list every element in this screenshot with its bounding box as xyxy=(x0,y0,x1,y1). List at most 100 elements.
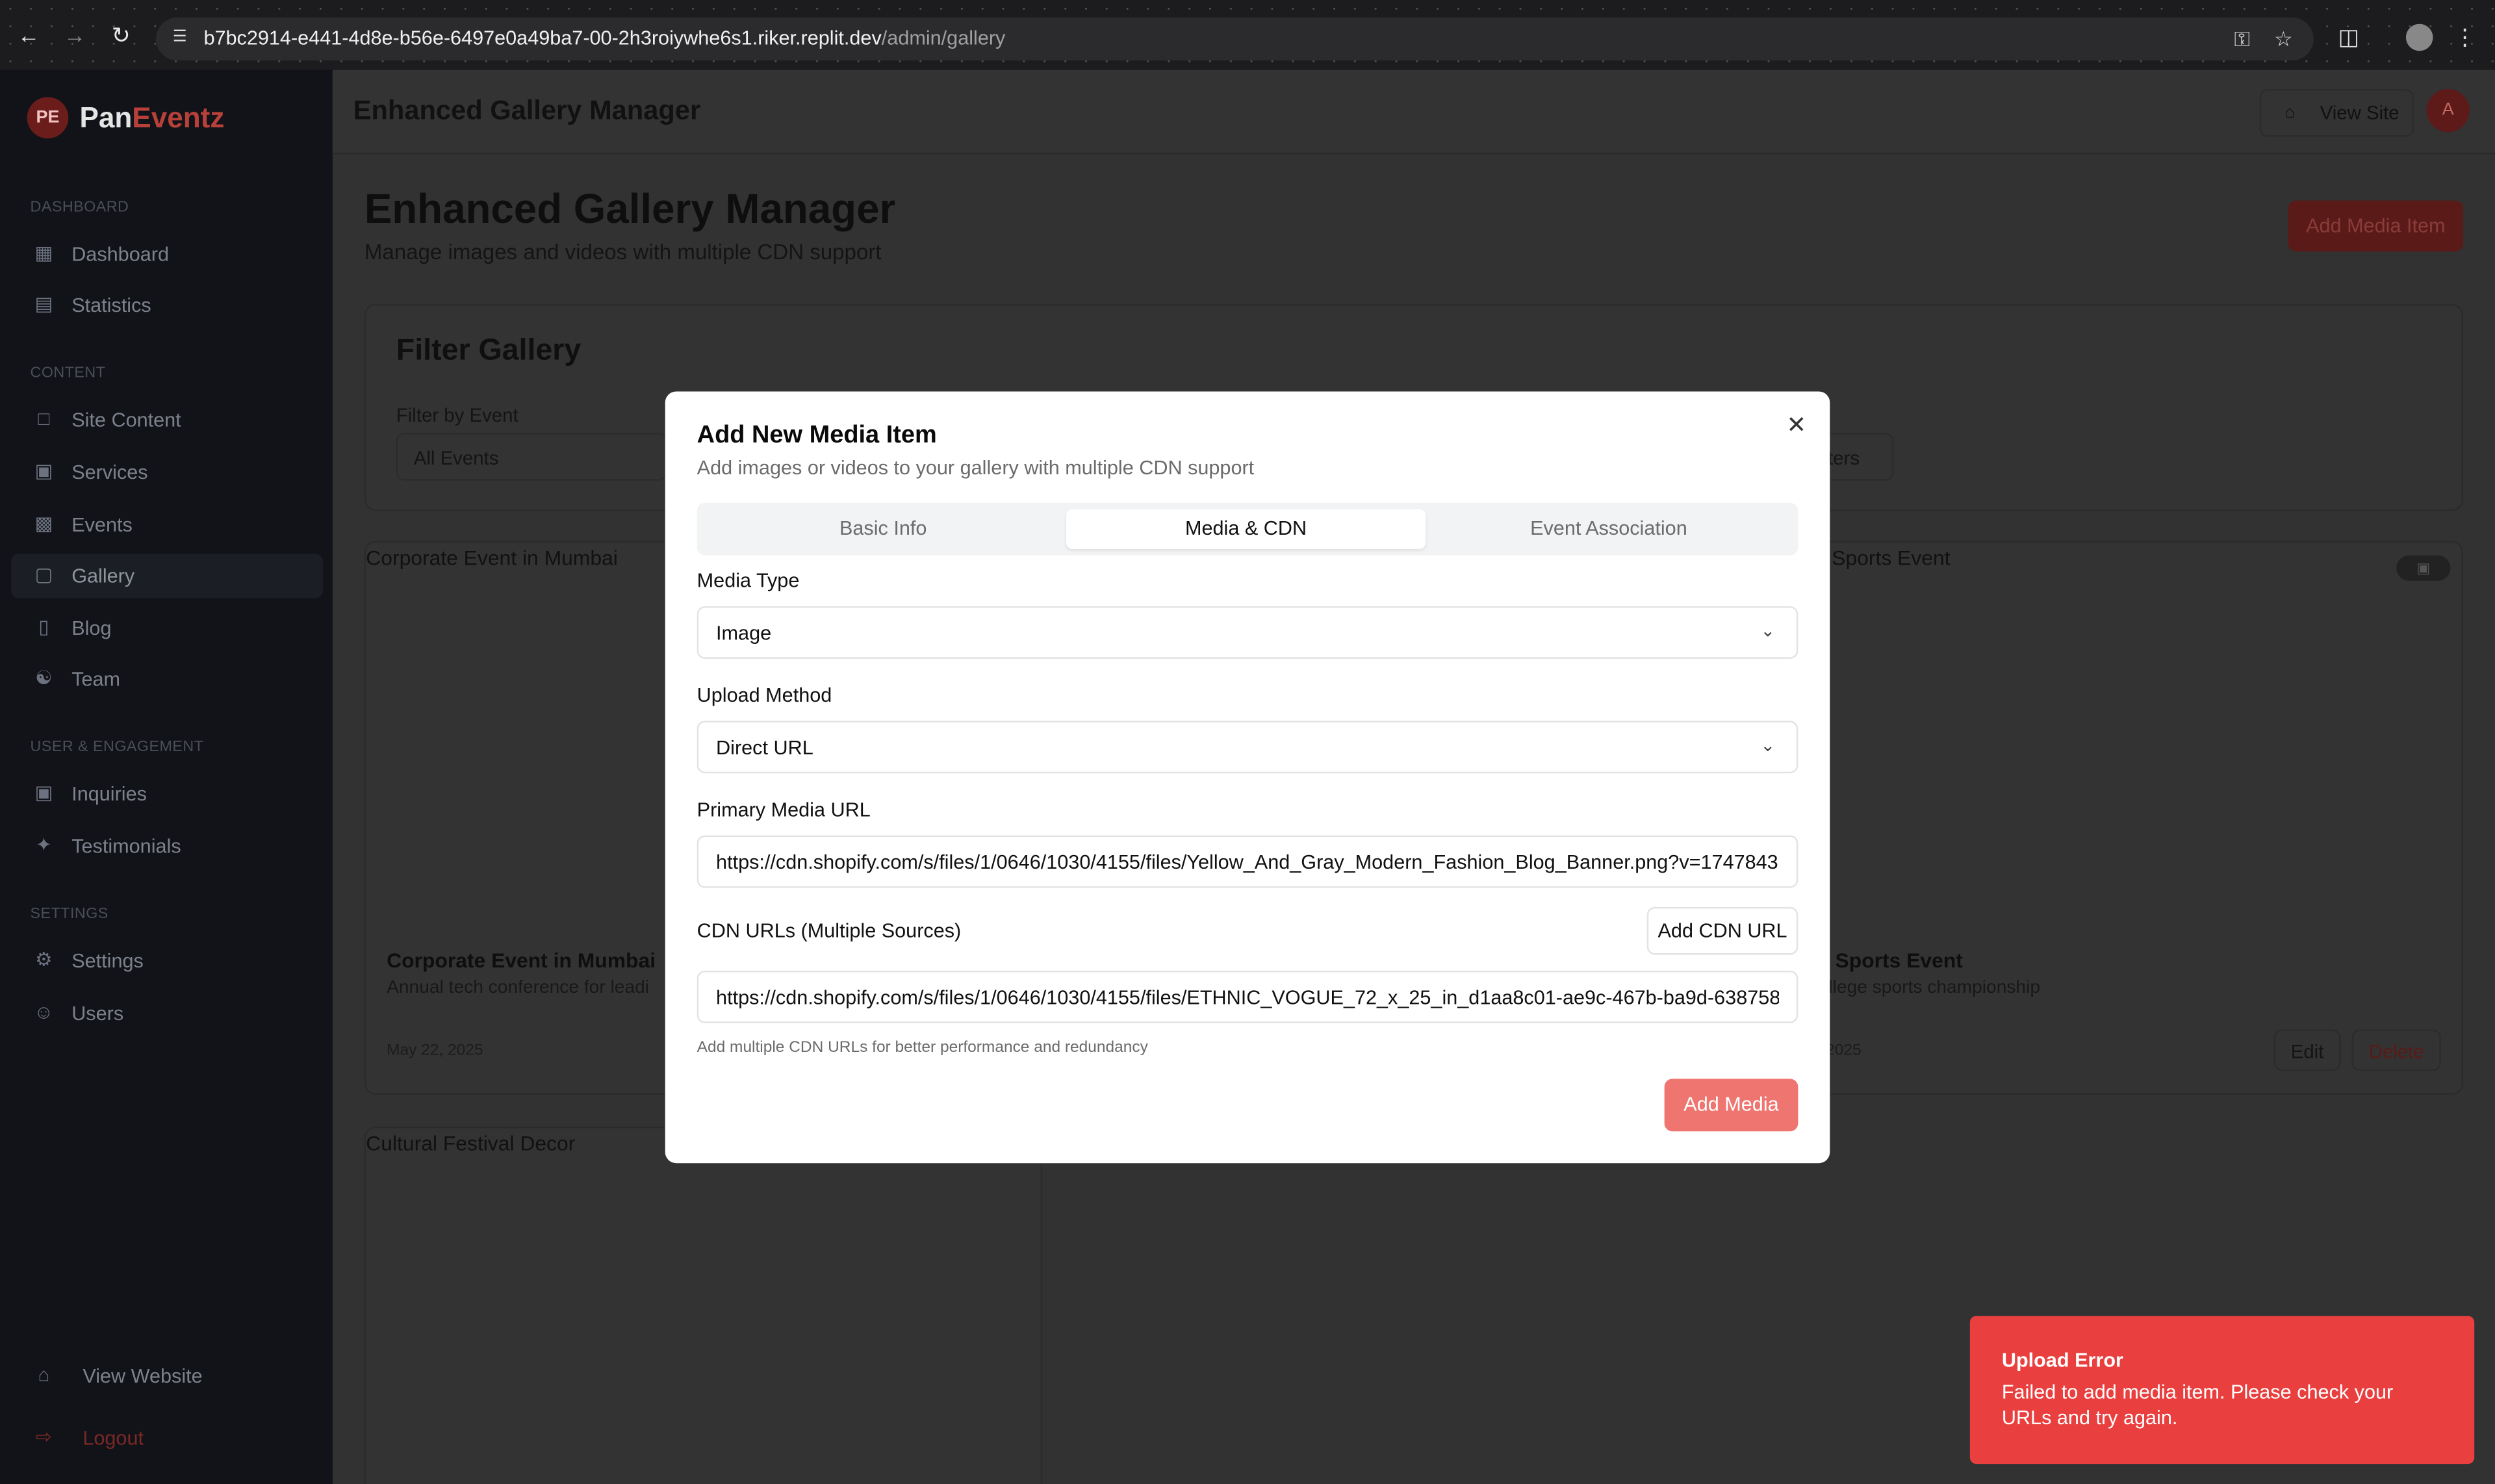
sidebar-item-team[interactable]: ☯ Team xyxy=(11,657,323,702)
sidebar-item-users[interactable]: ☺ Users xyxy=(11,991,323,1036)
browser-toolbar: ← → ↻ ☰ b7bc2914-e441-4d8e-b56e-6497e0a4… xyxy=(0,0,2495,70)
forward-arrow-icon[interactable]: → xyxy=(60,21,89,49)
filter-label: Filter by Event xyxy=(396,404,518,427)
add-media-item-button[interactable]: Add Media Item xyxy=(2288,200,2464,251)
delete-button[interactable]: Delete xyxy=(2351,1029,2441,1071)
chevron-down-icon: ⌄ xyxy=(1760,622,1776,641)
user-group-icon: ☺ xyxy=(34,1001,54,1023)
upload-method-select[interactable]: Direct URL ⌄ xyxy=(697,721,1798,774)
tab-basic-info[interactable]: Basic Info xyxy=(703,509,1062,549)
gallery-item-title: Corporate Event in Mumbai xyxy=(387,948,656,973)
gallery-image-alt: Cultural Festival Decor xyxy=(366,1131,576,1155)
primary-url-label: Primary Media URL xyxy=(697,799,871,821)
dialog-tabs: Basic Info Media & CDN Event Association xyxy=(697,502,1798,556)
bookmark-star-icon[interactable]: ☆ xyxy=(2271,27,2296,53)
avatar[interactable]: A xyxy=(2426,89,2470,133)
cdn-urls-label: CDN URLs (Multiple Sources) xyxy=(697,919,962,942)
sidebar-item-label: Settings xyxy=(71,950,144,973)
primary-url-value: https://cdn.shopify.com/s/files/1/0646/1… xyxy=(716,851,1779,874)
brand-name-part2: Eventz xyxy=(132,101,225,133)
chevron-down-icon: ⌄ xyxy=(1760,736,1776,756)
upload-method-label: Upload Method xyxy=(697,684,832,707)
sidebar-item-inquiries[interactable]: ▣ Inquiries xyxy=(11,772,323,817)
section-dashboard: DASHBOARD xyxy=(30,199,129,217)
image-icon: ▢ xyxy=(34,563,53,586)
screen: ← → ↻ ☰ b7bc2914-e441-4d8e-b56e-6497e0a4… xyxy=(0,0,2495,1484)
url-path: /admin/gallery xyxy=(881,27,1006,49)
sidebar-item-gallery[interactable]: ▢ Gallery xyxy=(11,554,324,598)
dialog-subtitle: Add images or videos to your gallery wit… xyxy=(697,456,1255,480)
sidebar-item-label: Blog xyxy=(71,617,112,640)
sidebar-item-statistics[interactable]: ▤ Statistics xyxy=(11,283,323,328)
book-icon: ▯ xyxy=(38,615,49,639)
sidebar-item-label: Inquiries xyxy=(71,782,147,806)
sidebar-item-settings[interactable]: ⚙ Settings xyxy=(11,939,323,984)
dashboard-grid-icon: ▦ xyxy=(34,242,53,264)
password-key-icon[interactable]: ⚿ xyxy=(2229,27,2255,53)
view-site-button[interactable]: ⌂ View Site xyxy=(2259,89,2414,137)
logout-label: Logout xyxy=(83,1427,144,1450)
error-toast[interactable]: Upload Error Failed to add media item. P… xyxy=(1969,1316,2475,1465)
sidebar-item-dashboard[interactable]: ▦ Dashboard xyxy=(11,233,323,277)
add-media-submit-button[interactable]: Add Media xyxy=(1664,1079,1798,1132)
add-media-dialog: Add New Media Item Add images or videos … xyxy=(665,391,1830,1164)
sidebar-item-testimonials[interactable]: ✦ Testimonials xyxy=(11,825,323,869)
edit-button[interactable]: Edit xyxy=(2273,1029,2341,1071)
sidebar-item-label: Team xyxy=(71,668,121,691)
sidebar-item-label: Site Content xyxy=(71,409,181,431)
media-type-select[interactable]: Image ⌄ xyxy=(697,606,1798,659)
close-icon[interactable]: ✕ xyxy=(1782,412,1811,441)
sidebar-item-label: Dashboard xyxy=(71,243,169,266)
sidebar-item-label: Testimonials xyxy=(71,835,181,858)
users-icon: ☯ xyxy=(35,667,53,689)
toast-title: Upload Error xyxy=(2001,1349,2123,1372)
event-filter-value: All Events xyxy=(413,447,499,470)
view-website-label: View Website xyxy=(83,1365,203,1388)
url-host: b7bc2914-e441-4d8e-b56e-6497e0a49ba7-00-… xyxy=(203,27,882,49)
upload-method-value: Direct URL xyxy=(716,736,813,760)
site-settings-icon[interactable]: ☰ xyxy=(169,27,191,49)
sidebar-item-label: Gallery xyxy=(71,565,135,587)
toast-message: Failed to add media item. Please check y… xyxy=(2001,1381,2394,1429)
gallery-item-desc: Annual tech conference for leadi xyxy=(387,979,650,998)
bar-chart-icon: ▤ xyxy=(34,292,53,315)
home-icon: ⌂ xyxy=(38,1363,50,1387)
brand-logo: PE xyxy=(27,97,69,139)
back-arrow-icon[interactable]: ← xyxy=(14,21,43,49)
address-bar[interactable]: ☰ b7bc2914-e441-4d8e-b56e-6497e0a49ba7-0… xyxy=(156,17,2314,61)
tab-media-cdn[interactable]: Media & CDN xyxy=(1066,509,1426,549)
sidebar-item-events[interactable]: ▩ Events xyxy=(11,503,323,548)
sidebar-item-blog[interactable]: ▯ Blog xyxy=(11,606,323,651)
gallery-card: nual Sports Event ▣ nual Sports Event er… xyxy=(1785,541,2464,1095)
primary-url-input[interactable]: https://cdn.shopify.com/s/files/1/0646/1… xyxy=(697,835,1798,888)
page-title: Enhanced Gallery Manager xyxy=(364,185,896,233)
extensions-puzzle-icon[interactable]: ◫ xyxy=(2335,22,2363,51)
message-icon: ▣ xyxy=(34,781,53,804)
section-content: CONTENT xyxy=(30,364,106,382)
section-settings: SETTINGS xyxy=(30,905,109,923)
logout-icon: ⇨ xyxy=(36,1426,52,1448)
file-text-icon: □ xyxy=(38,407,50,430)
more-menu-icon[interactable]: ⋮ xyxy=(2450,22,2479,51)
logout-link[interactable]: ⇨ Logout xyxy=(11,1416,323,1461)
sidebar-item-label: Users xyxy=(71,1002,124,1025)
profile-avatar[interactable] xyxy=(2405,23,2433,51)
sidebar-item-label: Services xyxy=(71,461,148,484)
sidebar-item-label: Statistics xyxy=(71,294,151,317)
event-filter-select[interactable]: All Events xyxy=(396,433,667,481)
tab-event-association[interactable]: Event Association xyxy=(1429,509,1788,549)
cdn-url-input[interactable]: https://cdn.shopify.com/s/files/1/0646/1… xyxy=(697,970,1798,1023)
sidebar-item-services[interactable]: ▣ Services xyxy=(11,450,323,495)
sidebar: PE PanEventz DASHBOARD ▦ Dashboard ▤ Sta… xyxy=(0,70,333,1484)
view-website-link[interactable]: ⌂ View Website xyxy=(11,1354,323,1399)
cdn-url-value: https://cdn.shopify.com/s/files/1/0646/1… xyxy=(716,986,1779,1009)
sidebar-item-label: Events xyxy=(71,514,133,537)
image-type-icon: ▣ xyxy=(2396,555,2451,581)
topbar: Enhanced Gallery Manager ⌂ View Site A xyxy=(332,70,2495,155)
url-text[interactable]: b7bc2914-e441-4d8e-b56e-6497e0a49ba7-00-… xyxy=(203,27,1005,49)
brand[interactable]: PE PanEventz xyxy=(27,96,225,140)
calendar-icon: ▩ xyxy=(34,512,53,535)
sidebar-item-site-content[interactable]: □ Site Content xyxy=(11,398,323,442)
add-cdn-url-button[interactable]: Add CDN URL xyxy=(1646,906,1798,955)
reload-icon[interactable]: ↻ xyxy=(107,21,135,49)
